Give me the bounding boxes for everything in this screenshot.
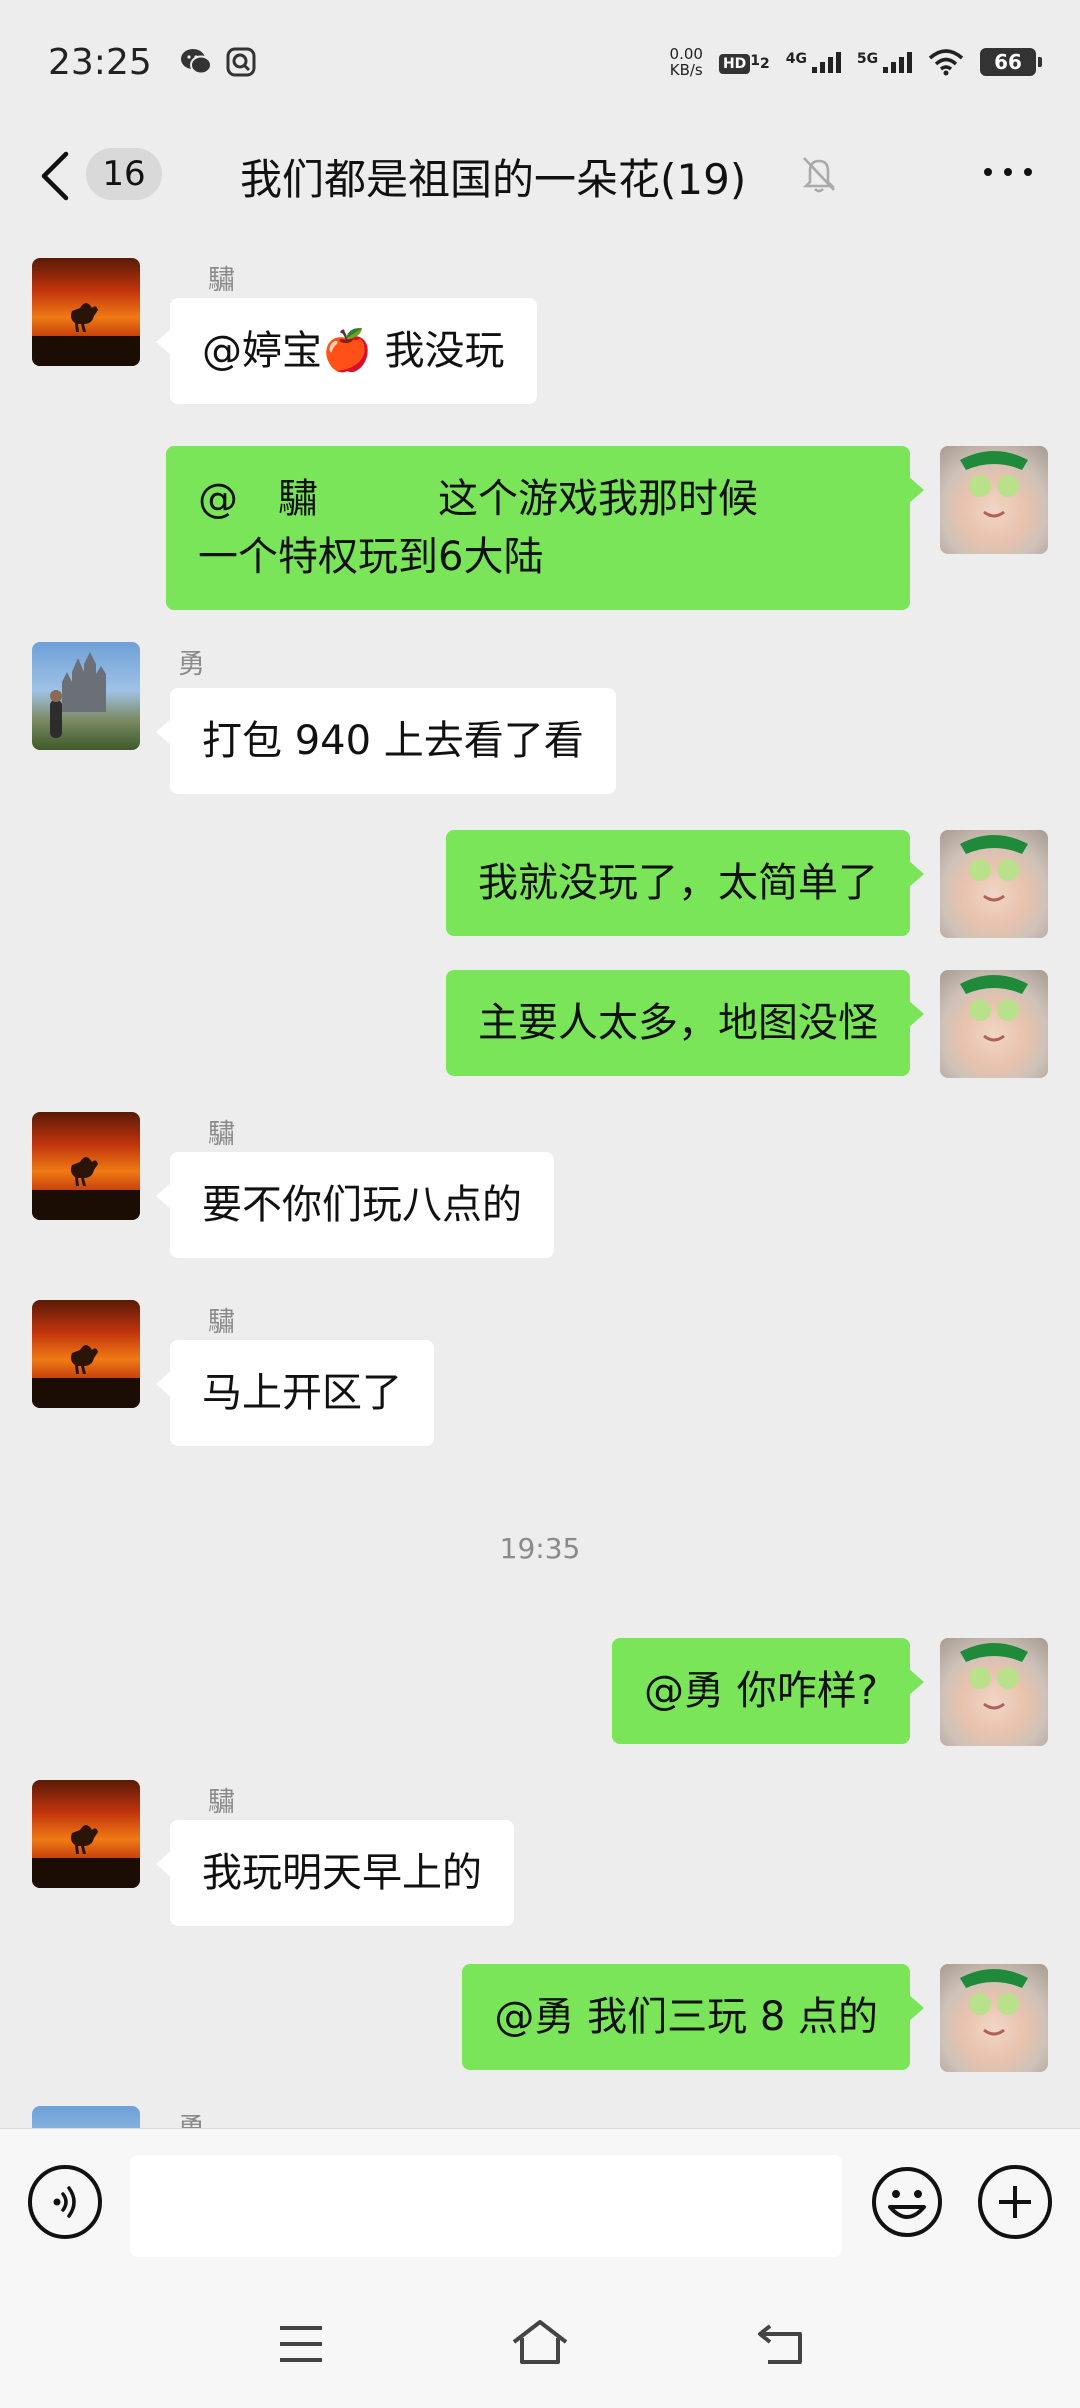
sender-name: 驌 <box>208 1119 235 1150</box>
chat-header: 16 我们都是祖国的一朵花(19) <box>0 124 1080 236</box>
avatar-baby[interactable] <box>940 970 1048 1078</box>
message-bubble[interactable]: @ 驌 这个游戏我那时候 一个特权玩到6大陆 <box>166 446 924 610</box>
avatar-baby[interactable] <box>940 1964 1048 2072</box>
message-incoming: 驌 我玩明天早上的 <box>0 1780 1080 1940</box>
message-composer <box>0 2128 1080 2282</box>
status-time: 23:25 <box>48 41 152 83</box>
voice-icon <box>53 2186 76 2218</box>
system-nav-bar <box>0 2282 1080 2408</box>
plus-icon <box>999 2186 1031 2218</box>
baby-face-icon <box>960 451 1028 518</box>
message-incoming: 勇 <box>0 2106 1080 2128</box>
message-bubble[interactable]: 马上开区了 <box>156 1340 434 1446</box>
baby-face-icon <box>960 1643 1028 1710</box>
battery-icon: 66 <box>980 48 1042 76</box>
wifi-icon <box>928 49 964 76</box>
avatar-castle[interactable] <box>32 642 140 750</box>
signal-5g-icon: 5G <box>857 51 912 73</box>
net-speed: 0.00 KB/s <box>669 45 703 79</box>
sender-name: 驌 <box>208 1787 235 1818</box>
unread-count-badge[interactable]: 16 <box>86 148 162 200</box>
message-outgoing: 主要人太多，地图没怪 <box>0 970 1080 1080</box>
message-bubble[interactable]: 打包 940 上去看了看 <box>156 688 616 794</box>
more-button[interactable] <box>984 168 1032 176</box>
emoji-icon[interactable] <box>870 2165 944 2239</box>
app-notification-icon <box>226 47 256 77</box>
avatar-sunset[interactable] <box>32 1300 140 1408</box>
message-bubble[interactable]: 要不你们玩八点的 <box>156 1152 554 1258</box>
sender-name: 驌 <box>208 1307 235 1338</box>
avatar-baby[interactable] <box>940 830 1048 938</box>
time-divider: 19:35 <box>499 1532 581 1565</box>
rooster-silhouette-icon <box>32 1825 140 1888</box>
chat-messages[interactable]: 驌 @婷宝🍎 我没玩 @ 驌 这个游戏我那时候 一个特权玩到6大陆 勇 打包 9… <box>0 236 1080 2128</box>
avatar-sunset[interactable] <box>32 258 140 366</box>
message-input[interactable] <box>130 2155 842 2257</box>
rooster-silhouette-icon <box>32 303 140 366</box>
avatar-baby[interactable] <box>940 1638 1048 1746</box>
message-bubble[interactable]: 我就没玩了，太简单了 <box>446 830 924 936</box>
plus-button[interactable] <box>978 2165 1052 2239</box>
home-icon[interactable] <box>510 2318 570 2368</box>
back-arrow-icon[interactable] <box>756 2322 806 2366</box>
message-bubble[interactable]: @婷宝🍎 我没玩 <box>156 298 537 404</box>
rooster-silhouette-icon <box>32 1157 140 1220</box>
chevron-left-icon <box>41 151 69 201</box>
message-outgoing: @勇 你咋样? <box>0 1638 1080 1748</box>
message-bubble[interactable]: 主要人太多，地图没怪 <box>446 970 924 1076</box>
bell-off-icon <box>802 157 836 193</box>
sender-name: 驌 <box>208 265 235 296</box>
message-outgoing: @勇 我们三玩 8 点的 <box>0 1964 1080 2074</box>
more-dots-icon <box>984 168 992 176</box>
message-outgoing: @ 驌 这个游戏我那时候 一个特权玩到6大陆 <box>0 446 1080 616</box>
message-outgoing: 我就没玩了，太简单了 <box>0 830 1080 940</box>
message-incoming: 驌 要不你们玩八点的 <box>0 1112 1080 1272</box>
hd-icon: HD 12 <box>718 53 770 74</box>
avatar-sunset[interactable] <box>32 1780 140 1888</box>
signal-4g-icon: 4G <box>786 51 841 73</box>
baby-face-icon <box>960 835 1028 902</box>
message-incoming: 勇 打包 940 上去看了看 <box>0 642 1080 802</box>
chat-title[interactable]: 我们都是祖国的一朵花(19) <box>240 146 746 207</box>
voice-button[interactable] <box>28 2165 102 2239</box>
baby-face-icon <box>960 975 1028 1042</box>
baby-face-icon <box>960 1969 1028 2036</box>
avatar-sunset[interactable] <box>32 1112 140 1220</box>
sender-name: 勇 <box>178 2106 205 2128</box>
message-incoming: 驌 @婷宝🍎 我没玩 <box>0 258 1080 418</box>
message-bubble[interactable]: @勇 你咋样? <box>612 1638 924 1744</box>
message-incoming: 驌 马上开区了 <box>0 1300 1080 1460</box>
castle-photo-icon <box>50 652 106 738</box>
message-bubble[interactable]: @勇 我们三玩 8 点的 <box>462 1964 924 2070</box>
wechat-notification-icon <box>180 49 212 75</box>
message-bubble[interactable]: 我玩明天早上的 <box>156 1820 514 1926</box>
sender-name: 勇 <box>178 649 205 680</box>
rooster-silhouette-icon <box>32 1345 140 1408</box>
avatar-baby[interactable] <box>940 446 1048 554</box>
avatar-castle[interactable] <box>32 2106 140 2128</box>
status-bar: 23:25 0.00 KB/s HD 12 4G 5G 66 <box>0 0 1080 124</box>
menu-icon[interactable] <box>278 2324 324 2364</box>
